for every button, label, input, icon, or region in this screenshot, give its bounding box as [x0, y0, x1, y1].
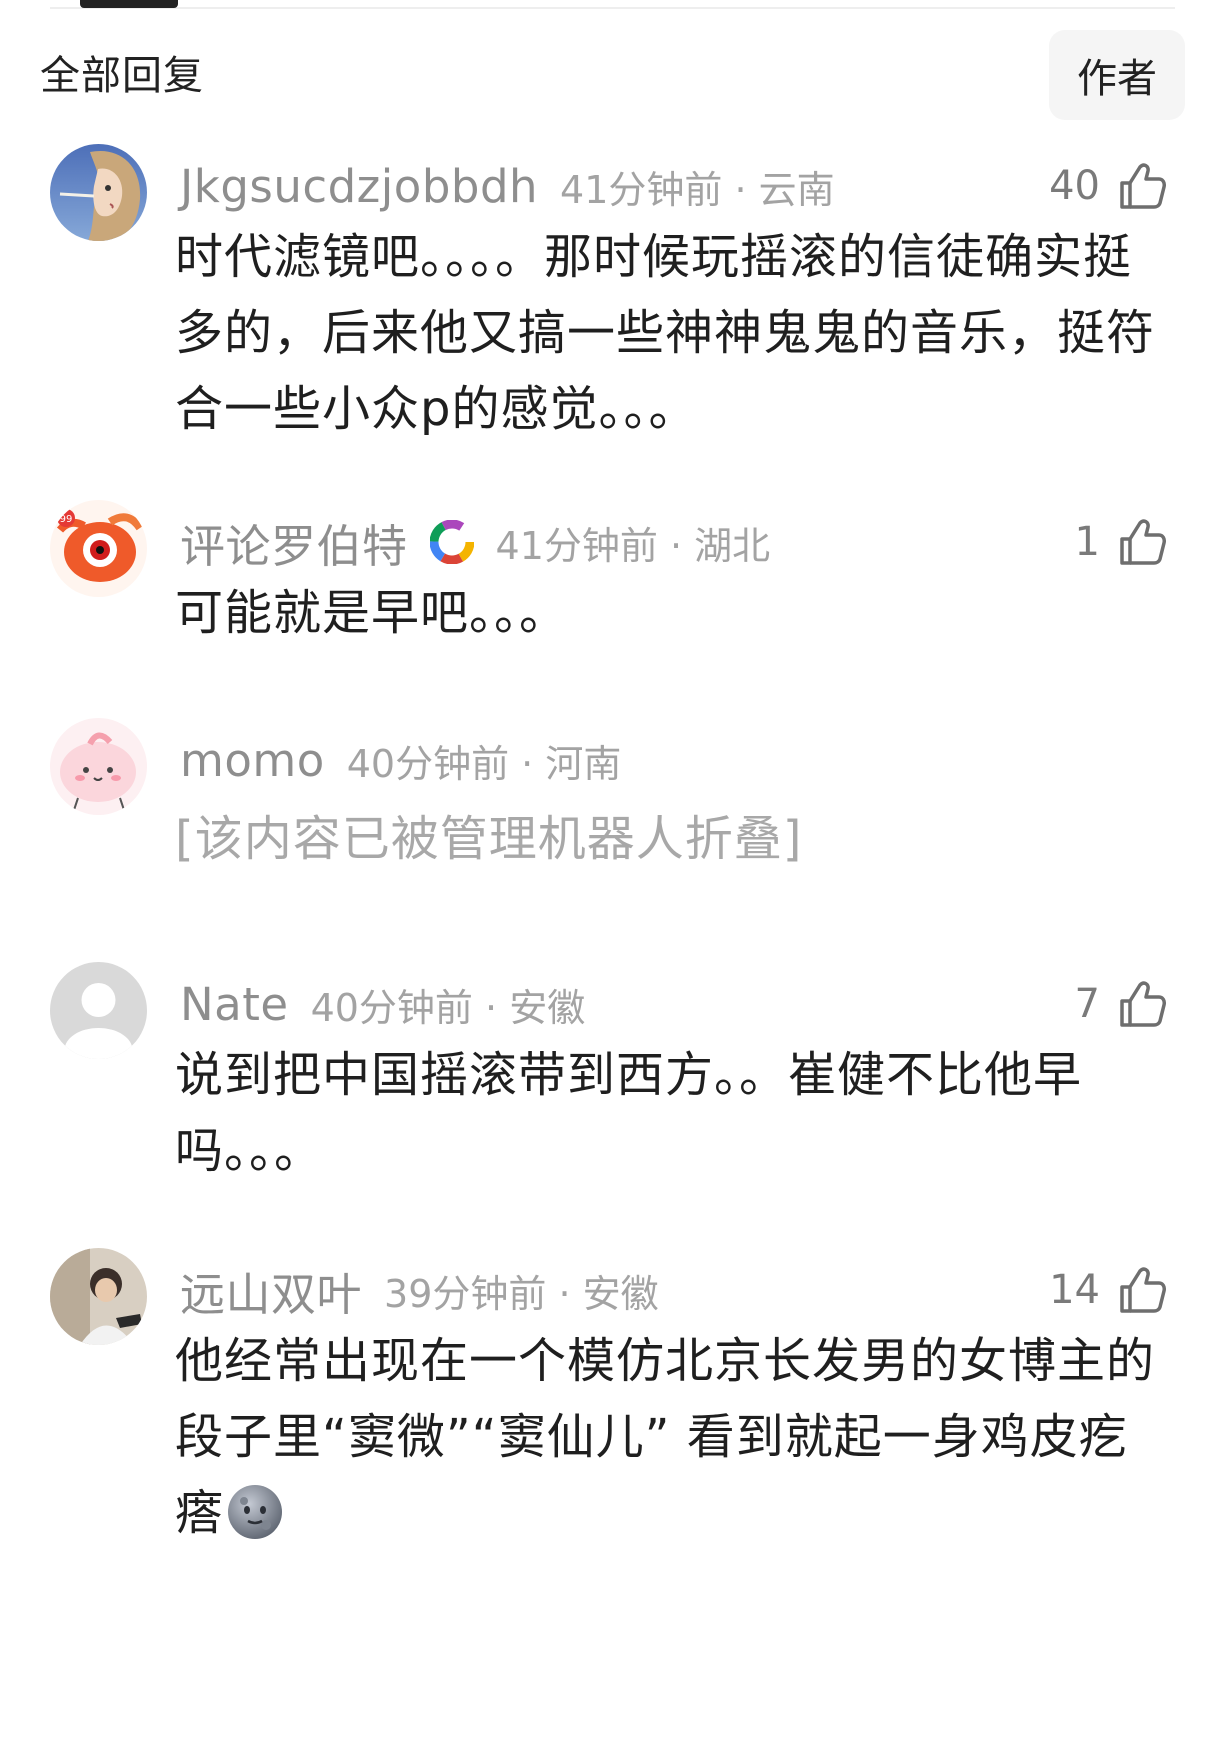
comment-time-location: 39分钟前 · 安徽	[384, 1271, 659, 1316]
replies-header: 全部回复 作者	[0, 28, 1216, 122]
comment-time-location: 40分钟前 · 河南	[346, 741, 622, 786]
like-button[interactable]: 7	[1075, 976, 1168, 1032]
top-divider	[50, 7, 1175, 9]
comment-time-location: 41分钟前 · 云南	[560, 167, 835, 212]
comment-item: 远山双叶 39分钟前 · 安徽 14 他经常出现在一个模仿北京长发男的女博主的段…	[0, 1248, 1216, 1578]
comment-text-content: 他经常出现在一个模仿北京长发男的女博主的段子里“窦微”“窦仙儿” 看到就起一身鸡…	[175, 1333, 1156, 1541]
comment-time: 41分钟前	[495, 523, 658, 568]
comment-meta: 远山双叶 39分钟前 · 安徽	[180, 1262, 659, 1321]
comment-text: 说到把中国摇滚带到西方。。崔健不比他早吗。。。	[175, 1047, 1083, 1179]
comment-item: momo 40分钟前 · 河南 [该内容已被管理机器人折叠]	[0, 718, 1216, 888]
thumbs-up-icon	[1120, 519, 1166, 565]
comment-time: 39分钟前	[384, 1271, 547, 1316]
all-replies-title: 全部回复	[40, 53, 204, 99]
username[interactable]: 远山双叶	[180, 1258, 362, 1323]
user-avatar[interactable]: 99	[50, 500, 147, 597]
comment-item: Nate 40分钟前 · 安徽 7 说到把中国摇滚带到西方。。崔健不比他早吗。。…	[0, 962, 1216, 1202]
comment-meta: Jkgsucdzjobbdh 41分钟前 · 云南	[180, 158, 835, 214]
comment-meta: 评论罗伯特 41分钟前 · 湖北	[180, 514, 771, 573]
comment-item: Jkgsucdzjobbdh 41分钟前 · 云南 40 时代滤镜吧。。。。那时…	[0, 144, 1216, 444]
thumbs-up-icon	[1120, 1267, 1166, 1313]
author-filter-button[interactable]: 作者	[1049, 30, 1185, 120]
like-button[interactable]: 1	[1075, 514, 1168, 570]
user-avatar[interactable]	[50, 144, 147, 241]
red-fish-mascot-avatar-icon: 99	[50, 500, 147, 597]
like-count: 40	[1049, 163, 1100, 209]
username[interactable]: 评论罗伯特	[180, 510, 408, 575]
like-count: 1	[1074, 519, 1100, 565]
pink-creature-avatar-icon	[50, 718, 147, 815]
username[interactable]: momo	[180, 734, 325, 787]
comment-time: 40分钟前	[346, 741, 510, 786]
comment-text: 时代滤镜吧。。。。那时候玩摇滚的信徒确实挺多的，后来他又搞一些神神鬼鬼的音乐，挺…	[175, 229, 1156, 437]
folded-comment-text[interactable]: [该内容已被管理机器人折叠]	[175, 801, 1175, 877]
comment-location: 湖北	[694, 523, 771, 568]
default-gray-avatar-icon	[50, 962, 147, 1059]
comment-text: 可能就是早吧。。。	[175, 585, 569, 641]
colorful-ring-badge-icon	[429, 520, 474, 564]
svg-text:99: 99	[60, 514, 73, 525]
comment-time: 40分钟前	[310, 985, 473, 1030]
comment-time: 41分钟前	[560, 167, 723, 212]
username[interactable]: Jkgsucdzjobbdh	[180, 160, 538, 213]
comment-text: 他经常出现在一个模仿北京长发男的女博主的段子里“窦微”“窦仙儿” 看到就起一身鸡…	[175, 1323, 1175, 1551]
comment-meta: Nate 40分钟前 · 安徽	[180, 976, 585, 1032]
moon-face-emoji-icon	[228, 1485, 283, 1539]
comment-location: 河南	[545, 741, 622, 786]
like-count: 14	[1049, 1267, 1100, 1313]
user-avatar[interactable]	[50, 1248, 147, 1345]
thumbs-up-icon	[1120, 163, 1166, 209]
comment-location: 安徽	[509, 985, 586, 1030]
comment-location: 云南	[758, 167, 835, 212]
anime-girl-avatar-icon	[50, 144, 147, 241]
username[interactable]: Nate	[180, 978, 289, 1031]
comment-item: 99 评论罗伯特 41分钟前 · 湖北 1 可能就是早吧。。。	[0, 500, 1216, 660]
photo-avatar-icon	[50, 1248, 147, 1345]
comment-location: 安徽	[582, 1271, 659, 1316]
user-avatar[interactable]	[50, 962, 147, 1059]
comment-time-location: 41分钟前 · 湖北	[495, 523, 771, 568]
thumbs-up-icon	[1120, 981, 1166, 1027]
like-button[interactable]: 40	[1049, 158, 1168, 214]
like-button[interactable]: 14	[1049, 1262, 1168, 1318]
comment-time-location: 40分钟前 · 安徽	[310, 985, 586, 1030]
like-count: 7	[1074, 981, 1100, 1027]
user-avatar[interactable]	[50, 718, 147, 815]
active-tab-indicator	[80, 0, 178, 8]
comment-meta: momo 40分钟前 · 河南	[180, 732, 621, 788]
